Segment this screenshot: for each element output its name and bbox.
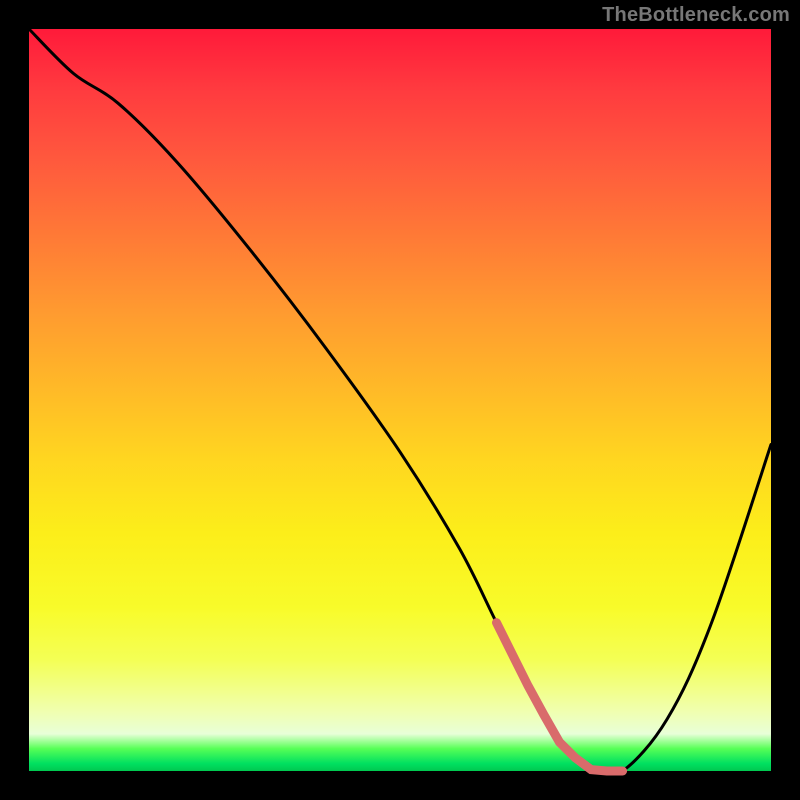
plot-area [29, 29, 771, 771]
flat-segment [497, 623, 623, 771]
watermark-text: TheBottleneck.com [602, 4, 790, 27]
bottleneck-curve [29, 29, 771, 771]
curve-path [29, 29, 771, 776]
chart-frame: TheBottleneck.com [0, 0, 800, 800]
